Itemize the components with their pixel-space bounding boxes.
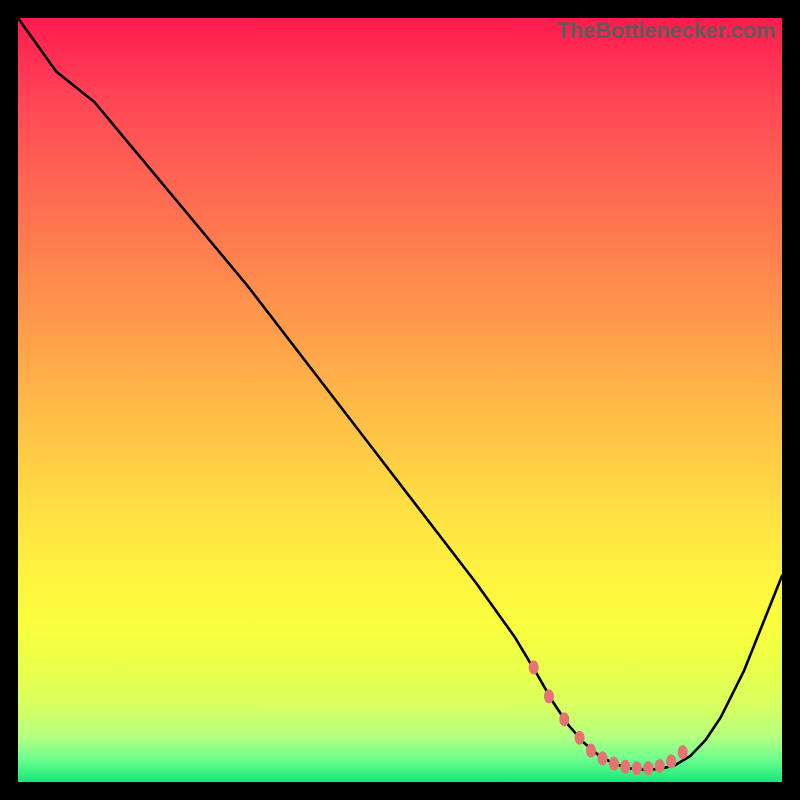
data-point <box>666 754 676 768</box>
attribution-label: TheBottlenecker.com <box>557 18 776 44</box>
data-point <box>544 689 554 703</box>
data-point <box>529 660 539 674</box>
data-point <box>575 731 585 745</box>
chart-container: TheBottlenecker.com <box>0 0 800 800</box>
plot-area: TheBottlenecker.com <box>18 18 782 782</box>
data-point <box>620 760 630 774</box>
data-point <box>678 745 688 759</box>
data-point <box>559 712 569 726</box>
data-point <box>597 751 607 765</box>
data-point <box>643 761 653 775</box>
data-point-markers <box>18 18 782 782</box>
data-point <box>632 761 642 775</box>
data-point <box>609 757 619 771</box>
data-point <box>655 759 665 773</box>
data-point <box>586 744 596 758</box>
